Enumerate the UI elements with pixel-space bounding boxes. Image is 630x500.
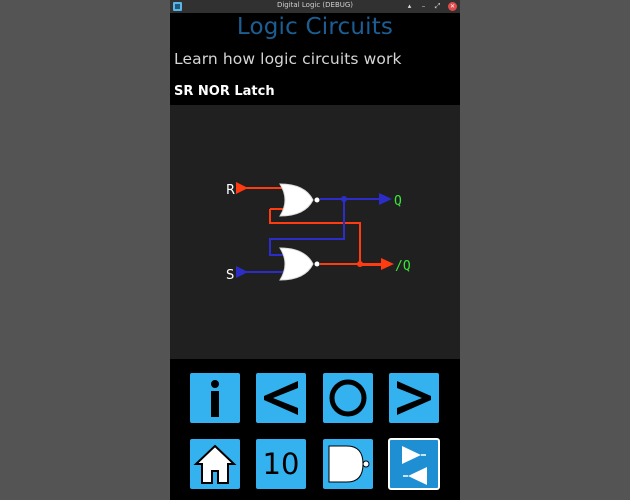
output-qbar-label: /Q [395, 259, 411, 274]
input-r-label: R [226, 183, 235, 198]
q-junction-dot [341, 196, 347, 202]
nand-gate-icon [328, 445, 370, 483]
close-button[interactable]: ✕ [448, 2, 457, 11]
circuit-number: 10 [262, 447, 300, 481]
title-bar: Digital Logic (DEBUG) ▴ – ⤢ ✕ [170, 0, 460, 13]
qbar-junction-dot [357, 261, 363, 267]
chevron-right-icon [397, 381, 431, 415]
input-s-label: S [226, 268, 234, 283]
app-subtitle: Learn how logic circuits work [174, 50, 402, 68]
previous-button[interactable] [256, 373, 306, 423]
next-button[interactable] [389, 373, 439, 423]
maximize-button[interactable]: ⤢ [433, 2, 442, 11]
nor-gate-bottom [279, 247, 320, 281]
circle-icon [329, 379, 367, 417]
home-button[interactable] [190, 439, 240, 489]
reset-button[interactable] [323, 373, 373, 423]
keep-above-icon[interactable]: ▴ [405, 2, 414, 11]
app-window: Digital Logic (DEBUG) ▴ – ⤢ ✕ Logic Circ… [170, 0, 460, 500]
circuit-number-button[interactable]: 10 [256, 439, 306, 489]
window-title: Digital Logic (DEBUG) [276, 1, 354, 9]
chevron-left-icon [264, 381, 298, 415]
info-button[interactable] [190, 373, 240, 423]
app-title: Logic Circuits [236, 14, 394, 40]
flip-gate-button[interactable] [388, 438, 440, 490]
output-q-label: Q [394, 194, 402, 209]
circuit-name: SR NOR Latch [174, 84, 275, 99]
minimize-button[interactable]: – [419, 2, 428, 11]
r-input-arrow [236, 182, 248, 194]
q-output-arrow [379, 193, 392, 205]
s-input-arrow [236, 266, 248, 278]
nor-gate-top [279, 183, 320, 217]
circuit-canvas[interactable]: R S Q /Q [170, 105, 460, 359]
info-icon [211, 380, 219, 417]
gate-type-button[interactable] [323, 439, 373, 489]
flip-gate-icon [402, 446, 427, 485]
home-icon [193, 444, 237, 484]
qbar-output-arrow [381, 258, 394, 270]
